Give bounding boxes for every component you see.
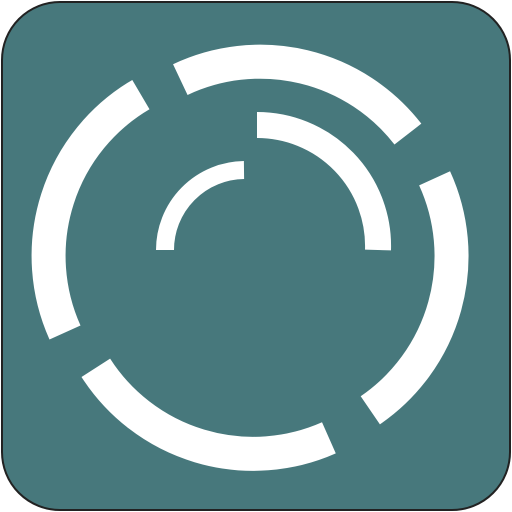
app-icon-graphic: [1, 1, 511, 511]
app-icon[interactable]: [0, 0, 512, 512]
